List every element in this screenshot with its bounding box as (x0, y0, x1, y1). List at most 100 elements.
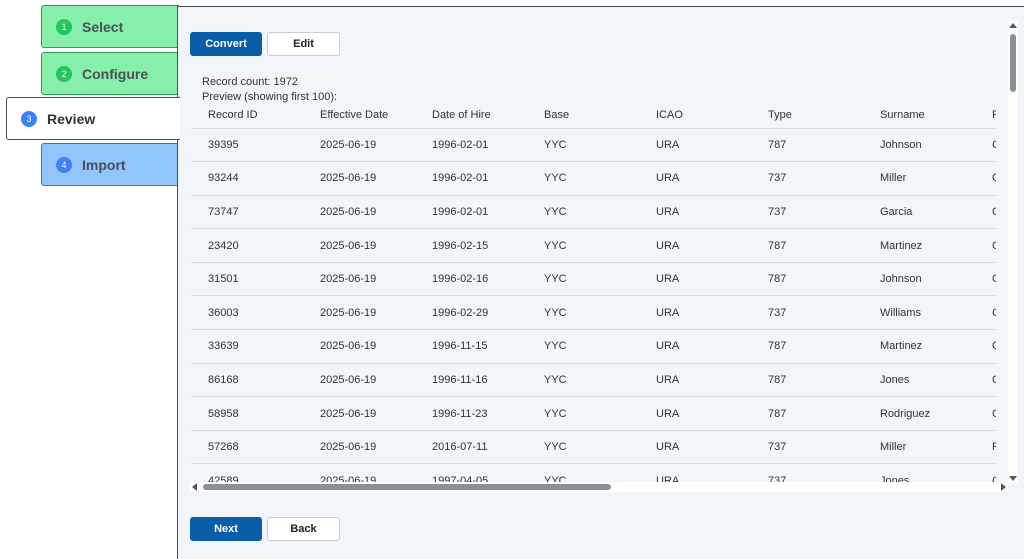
table-cell: 1996-11-16 (415, 363, 527, 398)
column-header[interactable]: Type (751, 103, 863, 129)
scroll-right-arrow-icon[interactable] (1001, 483, 1006, 491)
table-cell: 2025-06-19 (303, 128, 415, 163)
preview-caption: Preview (showing first 100): (202, 91, 338, 103)
scroll-down-arrow-icon[interactable] (1009, 476, 1017, 481)
vertical-scroll-thumb[interactable] (1010, 34, 1016, 92)
table-row[interactable]: 73747 2025-06-19 1996-02-01 YYC URA 737 Garcia… (191, 195, 996, 230)
scroll-up-arrow-icon[interactable] (1009, 23, 1017, 28)
table-cell: 2025-06-19 (303, 195, 415, 230)
horizontal-scroll-thumb[interactable] (203, 484, 611, 490)
edit-button[interactable]: Edit (267, 32, 340, 56)
table-cell: 2016-07-11 (415, 430, 527, 465)
vertical-scrollbar[interactable] (1008, 21, 1018, 483)
table-cell: 73747 (191, 195, 303, 230)
table-header-row: Record ID Effective Date Date of Hire Ba… (191, 103, 996, 129)
table-cell: Miller (863, 430, 975, 465)
step-label: Review (47, 110, 96, 127)
table-cell: 2025-06-19 (303, 363, 415, 398)
preview-table: Record ID Effective Date Date of Hire Ba… (191, 103, 996, 491)
record-count: Record count: 1972 (202, 76, 299, 88)
table-row[interactable]: 31501 2025-06-19 1996-02-16 YYC URA 787 Johnso… (191, 262, 996, 297)
step-label: Import (82, 156, 126, 173)
table-cell: URA (639, 262, 751, 297)
table-cell: Rodriguez (863, 396, 975, 431)
convert-button[interactable]: Convert (190, 32, 262, 56)
column-header[interactable]: Surname (863, 103, 975, 129)
table-cell: CA (975, 329, 996, 364)
back-button[interactable]: Back (267, 517, 340, 541)
table-cell: 1996-11-15 (415, 329, 527, 364)
table-cell: 1996-02-16 (415, 262, 527, 297)
table-row[interactable]: 39395 2025-06-19 1996-02-01 YYC URA 787 Johnso… (191, 128, 996, 163)
table-row[interactable]: 58958 2025-06-19 1996-11-23 YYC URA 787 Rodrig… (191, 396, 996, 431)
table-cell: URA (639, 396, 751, 431)
column-header[interactable]: Pos (975, 103, 996, 129)
table-cell: 1996-02-29 (415, 295, 527, 331)
app-root: 1 Select 2 Configure 3 Review 4 Import C… (0, 0, 1024, 559)
table-cell: URA (639, 161, 751, 196)
table-cell: CA (975, 128, 996, 163)
table-cell: Garcia (863, 195, 975, 230)
step-import[interactable]: 4 Import (41, 143, 179, 186)
table-cell: 33639 (191, 329, 303, 364)
table-cell: 787 (751, 363, 863, 398)
table-cell: 737 (751, 161, 863, 196)
table-cell: URA (639, 363, 751, 398)
table-cell: 787 (751, 329, 863, 364)
table-cell: 787 (751, 128, 863, 163)
table-cell: 39395 (191, 128, 303, 163)
table-cell: YYC (527, 430, 639, 465)
table-cell: 58958 (191, 396, 303, 431)
table-cell: 2025-06-19 (303, 262, 415, 297)
table-cell: CA (975, 396, 996, 431)
table-cell: 93244 (191, 161, 303, 196)
table-row[interactable]: 57268 2025-06-19 2016-07-11 YYC URA 737 Miller… (191, 430, 996, 465)
table-cell: 737 (751, 295, 863, 331)
step-number-badge: 4 (56, 156, 72, 173)
column-header[interactable]: Date of Hire (415, 103, 527, 129)
column-header[interactable]: Effective Date (303, 103, 415, 129)
table-cell: URA (639, 329, 751, 364)
table-row[interactable]: 23420 2025-06-19 1996-02-15 YYC URA 787 Martin… (191, 228, 996, 263)
table-cell: 2025-06-19 (303, 329, 415, 364)
table-cell: 787 (751, 228, 863, 263)
step-review[interactable]: 3 Review (6, 97, 180, 140)
table-cell: Jones (863, 363, 975, 398)
step-configure[interactable]: 2 Configure (41, 52, 179, 95)
table-cell: YYC (527, 329, 639, 364)
horizontal-scrollbar[interactable] (190, 482, 1008, 492)
table-cell: CA (975, 295, 996, 331)
table-cell: 36003 (191, 295, 303, 331)
table-cell: YYC (527, 228, 639, 263)
table-row[interactable]: 93244 2025-06-19 1996-02-01 YYC URA 737 Miller… (191, 161, 996, 196)
column-header[interactable]: Base (527, 103, 639, 129)
table-cell: CA (975, 228, 996, 263)
table-cell: FO (975, 430, 996, 465)
table-row[interactable]: 33639 2025-06-19 1996-11-15 YYC URA 787 Martin… (191, 329, 996, 364)
scroll-left-arrow-icon[interactable] (192, 483, 197, 491)
preview-table-viewport[interactable]: Record ID Effective Date Date of Hire Ba… (191, 103, 996, 491)
table-cell: 1996-11-23 (415, 396, 527, 431)
table-row[interactable]: 36003 2025-06-19 1996-02-29 YYC URA 737 Willia… (191, 295, 996, 331)
table-cell: CA (975, 195, 996, 230)
table-cell: URA (639, 128, 751, 163)
table-cell: Miller (863, 161, 975, 196)
table-cell: URA (639, 430, 751, 465)
table-cell: YYC (527, 363, 639, 398)
table-cell: 787 (751, 396, 863, 431)
table-cell: YYC (527, 262, 639, 297)
table-cell: CA (975, 262, 996, 297)
table-cell: 1996-02-01 (415, 161, 527, 196)
table-row[interactable]: 86168 2025-06-19 1996-11-16 YYC URA 787 Jones C… (191, 363, 996, 398)
next-button[interactable]: Next (190, 517, 262, 541)
column-header[interactable]: Record ID (191, 103, 303, 129)
table-cell: Martinez (863, 329, 975, 364)
step-label: Configure (82, 65, 149, 82)
table-cell: 2025-06-19 (303, 161, 415, 196)
table-cell: YYC (527, 295, 639, 331)
step-select[interactable]: 1 Select (41, 5, 179, 48)
table-cell: 737 (751, 195, 863, 230)
column-header[interactable]: ICAO (639, 103, 751, 129)
table-cell: 2025-06-19 (303, 228, 415, 263)
table-cell: Johnson (863, 262, 975, 297)
